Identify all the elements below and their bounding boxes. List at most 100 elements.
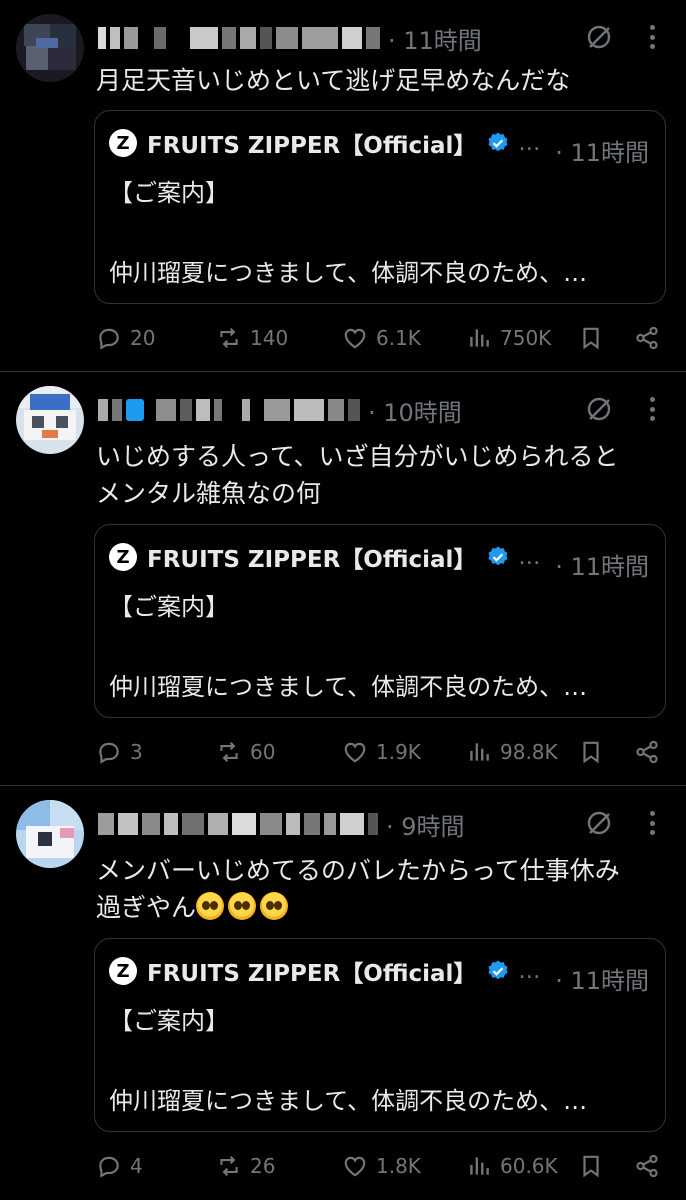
heart-icon — [344, 1156, 366, 1177]
repost-button[interactable]: 60 — [216, 739, 275, 765]
post-timestamp[interactable]: · 10時間 — [368, 393, 462, 428]
avatar[interactable] — [16, 800, 84, 868]
repost-button[interactable]: 26 — [216, 1153, 275, 1179]
quoted-account-name: FRUITS ZIPPER【Official】 — [147, 133, 477, 159]
quoted-post[interactable]: Z FRUITS ZIPPER【Official】 … · 11時間 【ご案内】… — [94, 110, 666, 304]
post[interactable]: · 11時間 月足天音いじめといて逃げ足早めなんだな Z FRUITS ZIPP… — [0, 0, 686, 372]
more-options-icon[interactable] — [640, 20, 664, 54]
share-button[interactable] — [634, 1153, 660, 1179]
reply-count: 4 — [130, 1154, 143, 1178]
post-text-line: 月足天音いじめといて逃げ足早めなんだな — [96, 66, 571, 95]
post[interactable]: · 9時間 メンバーいじめてるのバレたからって仕事休み 過ぎやん Z FRUIT… — [0, 786, 686, 1200]
quoted-post-text: 仲川瑠夏につきまして、体調不良のため、… — [109, 259, 588, 287]
post-text-line: メンバーいじめてるのバレたからって仕事休み — [96, 856, 620, 885]
reply-icon — [99, 742, 119, 764]
timeline-feed: · 11時間 月足天音いじめといて逃げ足早めなんだな Z FRUITS ZIPP… — [0, 0, 686, 1200]
verified-badge-icon — [488, 960, 508, 980]
grok-icon[interactable] — [584, 22, 614, 52]
quoted-post-timestamp: · 11時間 — [555, 967, 649, 995]
quoted-post-text: 【ご案内】 — [109, 593, 229, 621]
post-actions: 3 60 1.9K 98.8K — [96, 732, 664, 772]
post-text-line-with-emoji: 過ぎやん — [96, 889, 664, 926]
post-timestamp[interactable]: · 9時間 — [386, 807, 465, 842]
like-button[interactable]: 6.1K — [342, 325, 421, 351]
bookmark-icon — [583, 741, 599, 764]
reply-button[interactable]: 20 — [96, 325, 155, 351]
reply-count: 20 — [130, 326, 156, 350]
quoted-post-text: 仲川瑠夏につきまして、体調不良のため、… — [109, 1087, 588, 1115]
analytics-icon — [470, 1157, 489, 1175]
post-text: いじめする人って、いざ自分がいじめられると メンタル雑魚なの何 — [96, 438, 664, 512]
quoted-post[interactable]: Z FRUITS ZIPPER【Official】 … · 11時間 【ご案内】… — [94, 938, 666, 1132]
post-timestamp[interactable]: · 11時間 — [388, 21, 482, 56]
grok-icon[interactable] — [584, 808, 614, 838]
repost-icon — [220, 742, 238, 762]
pleading-face-emoji-icon — [260, 892, 289, 920]
repost-count: 140 — [250, 326, 289, 350]
view-count: 750K — [500, 326, 552, 350]
heart-icon — [344, 328, 366, 349]
post[interactable]: · 10時間 いじめする人って、いざ自分がいじめられると メンタル雑魚なの何 Z… — [0, 372, 686, 786]
bookmark-button[interactable] — [578, 739, 604, 765]
post-text-line: いじめする人って、いざ自分がいじめられると — [96, 442, 619, 471]
post-header: · 9時間 — [98, 804, 626, 844]
username-redacted — [98, 23, 380, 53]
like-count: 6.1K — [376, 326, 421, 350]
username-redacted — [98, 809, 378, 839]
repost-count: 60 — [250, 740, 276, 764]
views-button[interactable]: 98.8K — [466, 739, 558, 765]
avatar[interactable] — [16, 14, 84, 82]
like-button[interactable]: 1.9K — [342, 739, 421, 765]
reply-count: 3 — [130, 740, 143, 764]
quoted-name-ellipsis: … — [518, 544, 541, 570]
heart-icon — [344, 742, 366, 763]
quoted-account-name: FRUITS ZIPPER【Official】 — [147, 961, 477, 987]
analytics-icon — [470, 329, 489, 347]
share-button[interactable] — [634, 739, 660, 765]
more-options-icon[interactable] — [640, 806, 664, 840]
post-text: メンバーいじめてるのバレたからって仕事休み 過ぎやん — [96, 852, 664, 926]
views-button[interactable]: 60.6K — [466, 1153, 558, 1179]
avatar[interactable] — [16, 386, 84, 454]
reply-icon — [99, 328, 119, 350]
post-text: 月足天音いじめといて逃げ足早めなんだな — [96, 62, 664, 99]
post-header: · 10時間 — [98, 390, 626, 430]
repost-icon — [220, 328, 238, 348]
reply-button[interactable]: 4 — [96, 1153, 143, 1179]
bookmark-button[interactable] — [578, 325, 604, 351]
quoted-account-avatar: Z — [109, 957, 137, 985]
like-count: 1.8K — [376, 1154, 421, 1178]
share-icon — [636, 326, 658, 350]
share-icon — [636, 740, 658, 764]
quoted-post-text: 【ご案内】 — [109, 1007, 229, 1035]
quoted-account-avatar: Z — [109, 543, 137, 571]
share-icon — [636, 1154, 658, 1178]
post-actions: 20 140 6.1K 750K — [96, 318, 664, 358]
pleading-face-emoji-icon — [196, 892, 225, 920]
more-options-icon[interactable] — [640, 392, 664, 426]
grok-icon[interactable] — [584, 394, 614, 424]
quoted-post-text: 仲川瑠夏につきまして、体調不良のため、… — [109, 673, 588, 701]
like-button[interactable]: 1.8K — [342, 1153, 421, 1179]
username-redacted — [98, 395, 360, 425]
quoted-post[interactable]: Z FRUITS ZIPPER【Official】 … · 11時間 【ご案内】… — [94, 524, 666, 718]
repost-count: 26 — [250, 1154, 276, 1178]
quoted-account-avatar: Z — [109, 129, 137, 157]
quoted-post-timestamp: · 11時間 — [555, 553, 649, 581]
quoted-account-name: FRUITS ZIPPER【Official】 — [147, 547, 477, 573]
post-text-line: メンタル雑魚なの何 — [96, 479, 322, 508]
reply-icon — [99, 1156, 119, 1178]
share-button[interactable] — [634, 325, 660, 351]
like-count: 1.9K — [376, 740, 421, 764]
views-button[interactable]: 750K — [466, 325, 551, 351]
view-count: 98.8K — [500, 740, 558, 764]
post-header: · 11時間 — [98, 18, 626, 58]
reply-button[interactable]: 3 — [96, 739, 143, 765]
view-count: 60.6K — [500, 1154, 558, 1178]
verified-badge-icon — [488, 132, 508, 152]
bookmark-button[interactable] — [578, 1153, 604, 1179]
repost-button[interactable]: 140 — [216, 325, 288, 351]
bookmark-icon — [583, 327, 599, 350]
quoted-name-ellipsis: … — [518, 958, 541, 984]
post-actions: 4 26 1.8K 60.6K — [96, 1146, 664, 1186]
